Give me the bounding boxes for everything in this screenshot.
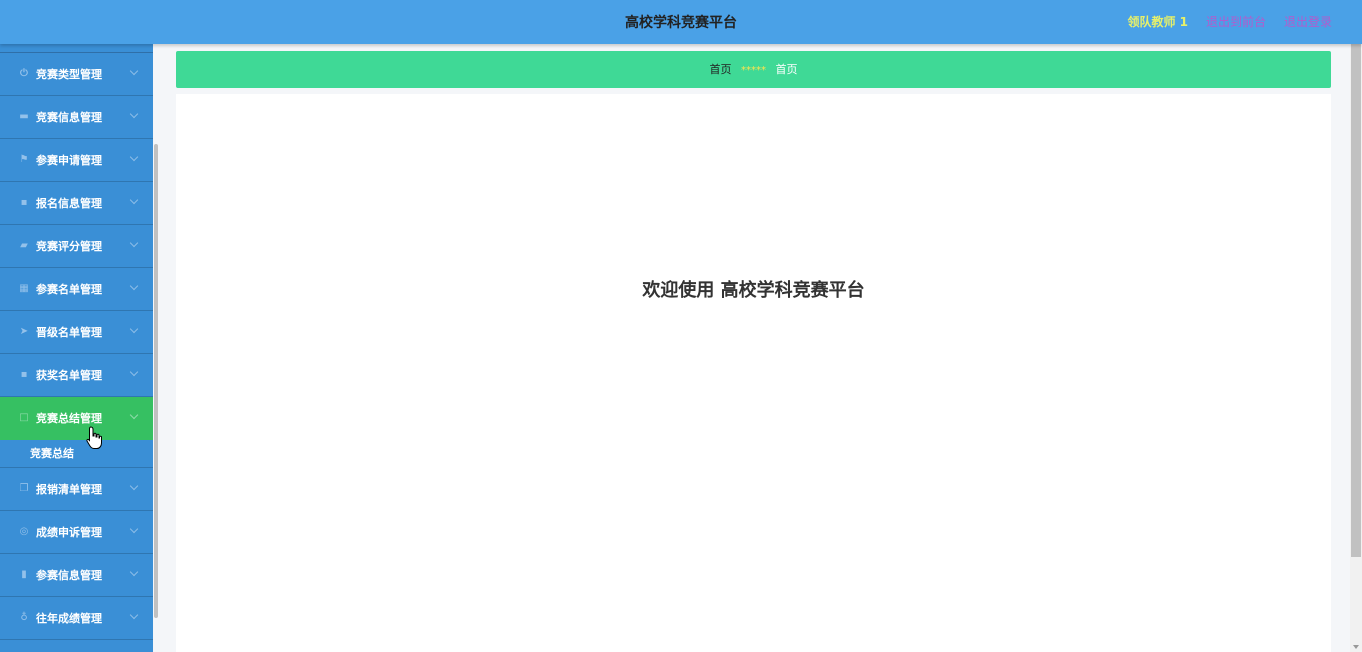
sidebar-item-participation-info[interactable]: ▮ 参赛信息管理	[0, 554, 153, 597]
breadcrumb-home[interactable]: 首页	[710, 63, 732, 76]
chevron-down-icon	[129, 567, 139, 577]
sidebar-item-label: 竞赛评分管理	[36, 240, 102, 253]
library-icon: ▮	[21, 569, 27, 580]
comment-icon: ▰	[20, 240, 28, 251]
chevron-down-icon	[129, 66, 139, 76]
header-nav: 领队教师 1 退出到前台 退出登录	[1127, 13, 1332, 30]
main-area: 首页 ***** 首页 欢迎使用 高校学科竞赛平台	[176, 51, 1331, 652]
page-scrollbar[interactable]	[1350, 44, 1362, 652]
scrollbar-thumb[interactable]	[1351, 44, 1361, 557]
sidebar-item-scoring[interactable]: ▰ 竞赛评分管理	[0, 225, 153, 268]
sidebar-item-participant-list[interactable]: ▦ 参赛名单管理	[0, 268, 153, 311]
chevron-down-icon	[129, 324, 139, 334]
briefcase-icon: ▬	[19, 111, 29, 122]
sidebar-item-award-list[interactable]: ▪ 获奖名单管理	[0, 354, 153, 397]
breadcrumb-separator: *****	[741, 65, 766, 76]
sidebar-item-label: 获奖名单管理	[36, 369, 102, 382]
clipboard-icon: ▪	[20, 197, 28, 208]
chevron-down-icon	[129, 610, 139, 620]
chevron-down-icon	[129, 281, 139, 291]
sidebar-item-label: 往年成绩管理	[36, 612, 102, 625]
sidebar-item-summary[interactable]: □ 竞赛总结管理	[0, 397, 153, 440]
square-icon: □	[19, 412, 29, 423]
sidebar-item-appeal[interactable]: ◎ 成绩申诉管理	[0, 511, 153, 554]
sidebar-item-reimbursement[interactable]: ❐ 报销清单管理	[0, 468, 153, 511]
award-icon: ▪	[20, 369, 28, 380]
send-icon: ➤	[19, 326, 29, 337]
logout-link[interactable]: 退出登录	[1284, 13, 1332, 30]
chevron-down-icon	[129, 410, 139, 420]
chevron-down-icon	[129, 152, 139, 162]
chevron-down-icon	[129, 238, 139, 248]
sidebar-item-registration[interactable]: ▪ 报名信息管理	[0, 182, 153, 225]
microphone-icon: ♁	[20, 612, 28, 623]
sidebar-item-label: 参赛信息管理	[36, 569, 102, 582]
sidebar-item-label: 竞赛类型管理	[36, 68, 102, 81]
copy-icon: ❐	[19, 483, 29, 494]
goto-front-link[interactable]: 退出到前台	[1206, 13, 1266, 30]
sidebar-scrollbar[interactable]	[154, 144, 158, 618]
chevron-down-icon	[129, 109, 139, 119]
chevron-down-icon	[129, 367, 139, 377]
header-bar: 高校学科竞赛平台 领队教师 1 退出到前台 退出登录	[0, 0, 1362, 44]
breadcrumb: 首页 ***** 首页	[176, 51, 1331, 88]
scroll-down-arrow-icon[interactable]	[1353, 645, 1359, 649]
hand-cursor-icon	[86, 426, 102, 449]
sidebar-item-promotion-list[interactable]: ➤ 晋级名单管理	[0, 311, 153, 354]
chevron-down-icon	[129, 195, 139, 205]
sidebar-item-competition-type[interactable]: ⏻ 竞赛类型管理	[0, 53, 153, 96]
welcome-heading: 欢迎使用 高校学科竞赛平台	[642, 280, 865, 301]
power-icon: ⏻	[20, 68, 28, 79]
sidebar-item-past-scores[interactable]: ♁ 往年成绩管理	[0, 597, 153, 640]
chevron-down-icon	[129, 524, 139, 534]
sidebar-item-label: 报名信息管理	[36, 197, 102, 210]
sidebar-item-label: 参赛申请管理	[36, 154, 102, 167]
sidebar-item-label: 竞赛总结管理	[36, 412, 102, 425]
sidebar-item-label: 参赛名单管理	[36, 283, 102, 296]
sidebar-item-label: 报销清单管理	[36, 483, 102, 496]
sidebar-item-label: 成绩申诉管理	[36, 526, 102, 539]
content-panel: 欢迎使用 高校学科竞赛平台	[176, 94, 1331, 652]
submenu-item-summary[interactable]: 竞赛总结	[0, 440, 153, 468]
globe-icon: ◎	[19, 526, 29, 537]
sidebar-item-label: 竞赛信息管理	[36, 111, 102, 124]
flag-icon: ⚑	[19, 154, 29, 165]
sidebar-item-competition-info[interactable]: ▬ 竞赛信息管理	[0, 96, 153, 139]
chevron-down-icon	[129, 481, 139, 491]
grid-icon: ▦	[19, 283, 29, 294]
current-user: 领队教师 1	[1127, 15, 1188, 29]
breadcrumb-current: 首页	[775, 63, 798, 76]
sidebar-item-label: 晋级名单管理	[36, 326, 102, 339]
sidebar: ⏻ 竞赛类型管理 ▬ 竞赛信息管理 ⚑ 参赛申请管理 ▪ 报名信息管理 ▰ 竞赛…	[0, 44, 153, 652]
sidebar-item-application[interactable]: ⚑ 参赛申请管理	[0, 139, 153, 182]
